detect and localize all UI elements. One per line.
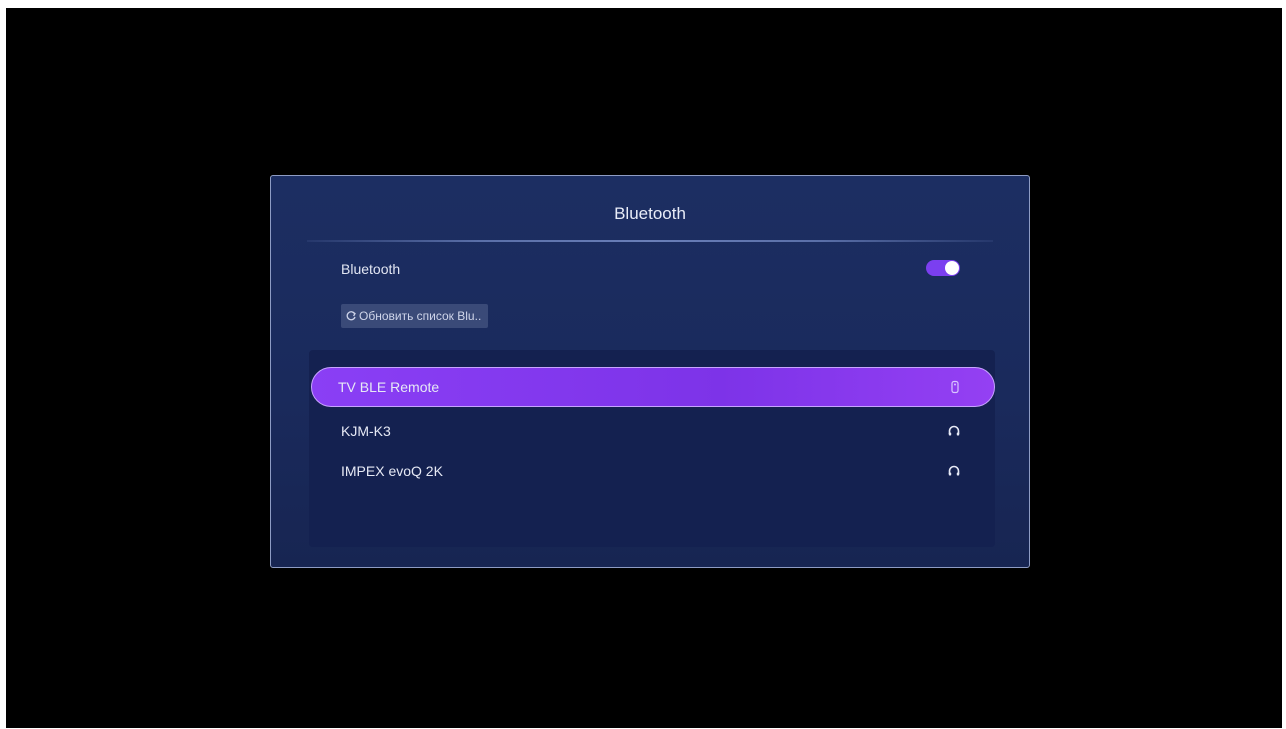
toggle-knob — [945, 261, 959, 275]
bluetooth-dialog: Bluetooth Bluetooth Обновить список Blu.… — [270, 175, 1030, 568]
bluetooth-toggle-row[interactable]: Bluetooth — [337, 258, 969, 282]
bluetooth-toggle-label: Bluetooth — [341, 261, 401, 277]
remote-icon — [951, 380, 959, 394]
device-name: IMPEX evoQ 2K — [341, 463, 443, 479]
bluetooth-toggle-switch[interactable] — [926, 260, 960, 276]
tv-screen: Bluetooth Bluetooth Обновить список Blu.… — [6, 8, 1282, 728]
device-name: KJM-K3 — [341, 423, 391, 439]
title-divider — [307, 240, 993, 242]
device-item-impex-evoq-2k[interactable]: IMPEX evoQ 2K — [341, 454, 969, 488]
refresh-icon — [346, 311, 356, 321]
device-name: TV BLE Remote — [338, 379, 440, 395]
refresh-list-button[interactable]: Обновить список Blu.. — [341, 304, 489, 328]
headphones-icon — [948, 465, 960, 476]
device-item-tv-ble-remote[interactable]: TV BLE Remote — [311, 367, 995, 407]
headphones-icon — [948, 425, 960, 436]
refresh-list-label: Обновить список Blu.. — [359, 309, 482, 323]
device-item-kjm-k3[interactable]: KJM-K3 — [341, 414, 969, 448]
dialog-title: Bluetooth — [614, 204, 686, 223]
